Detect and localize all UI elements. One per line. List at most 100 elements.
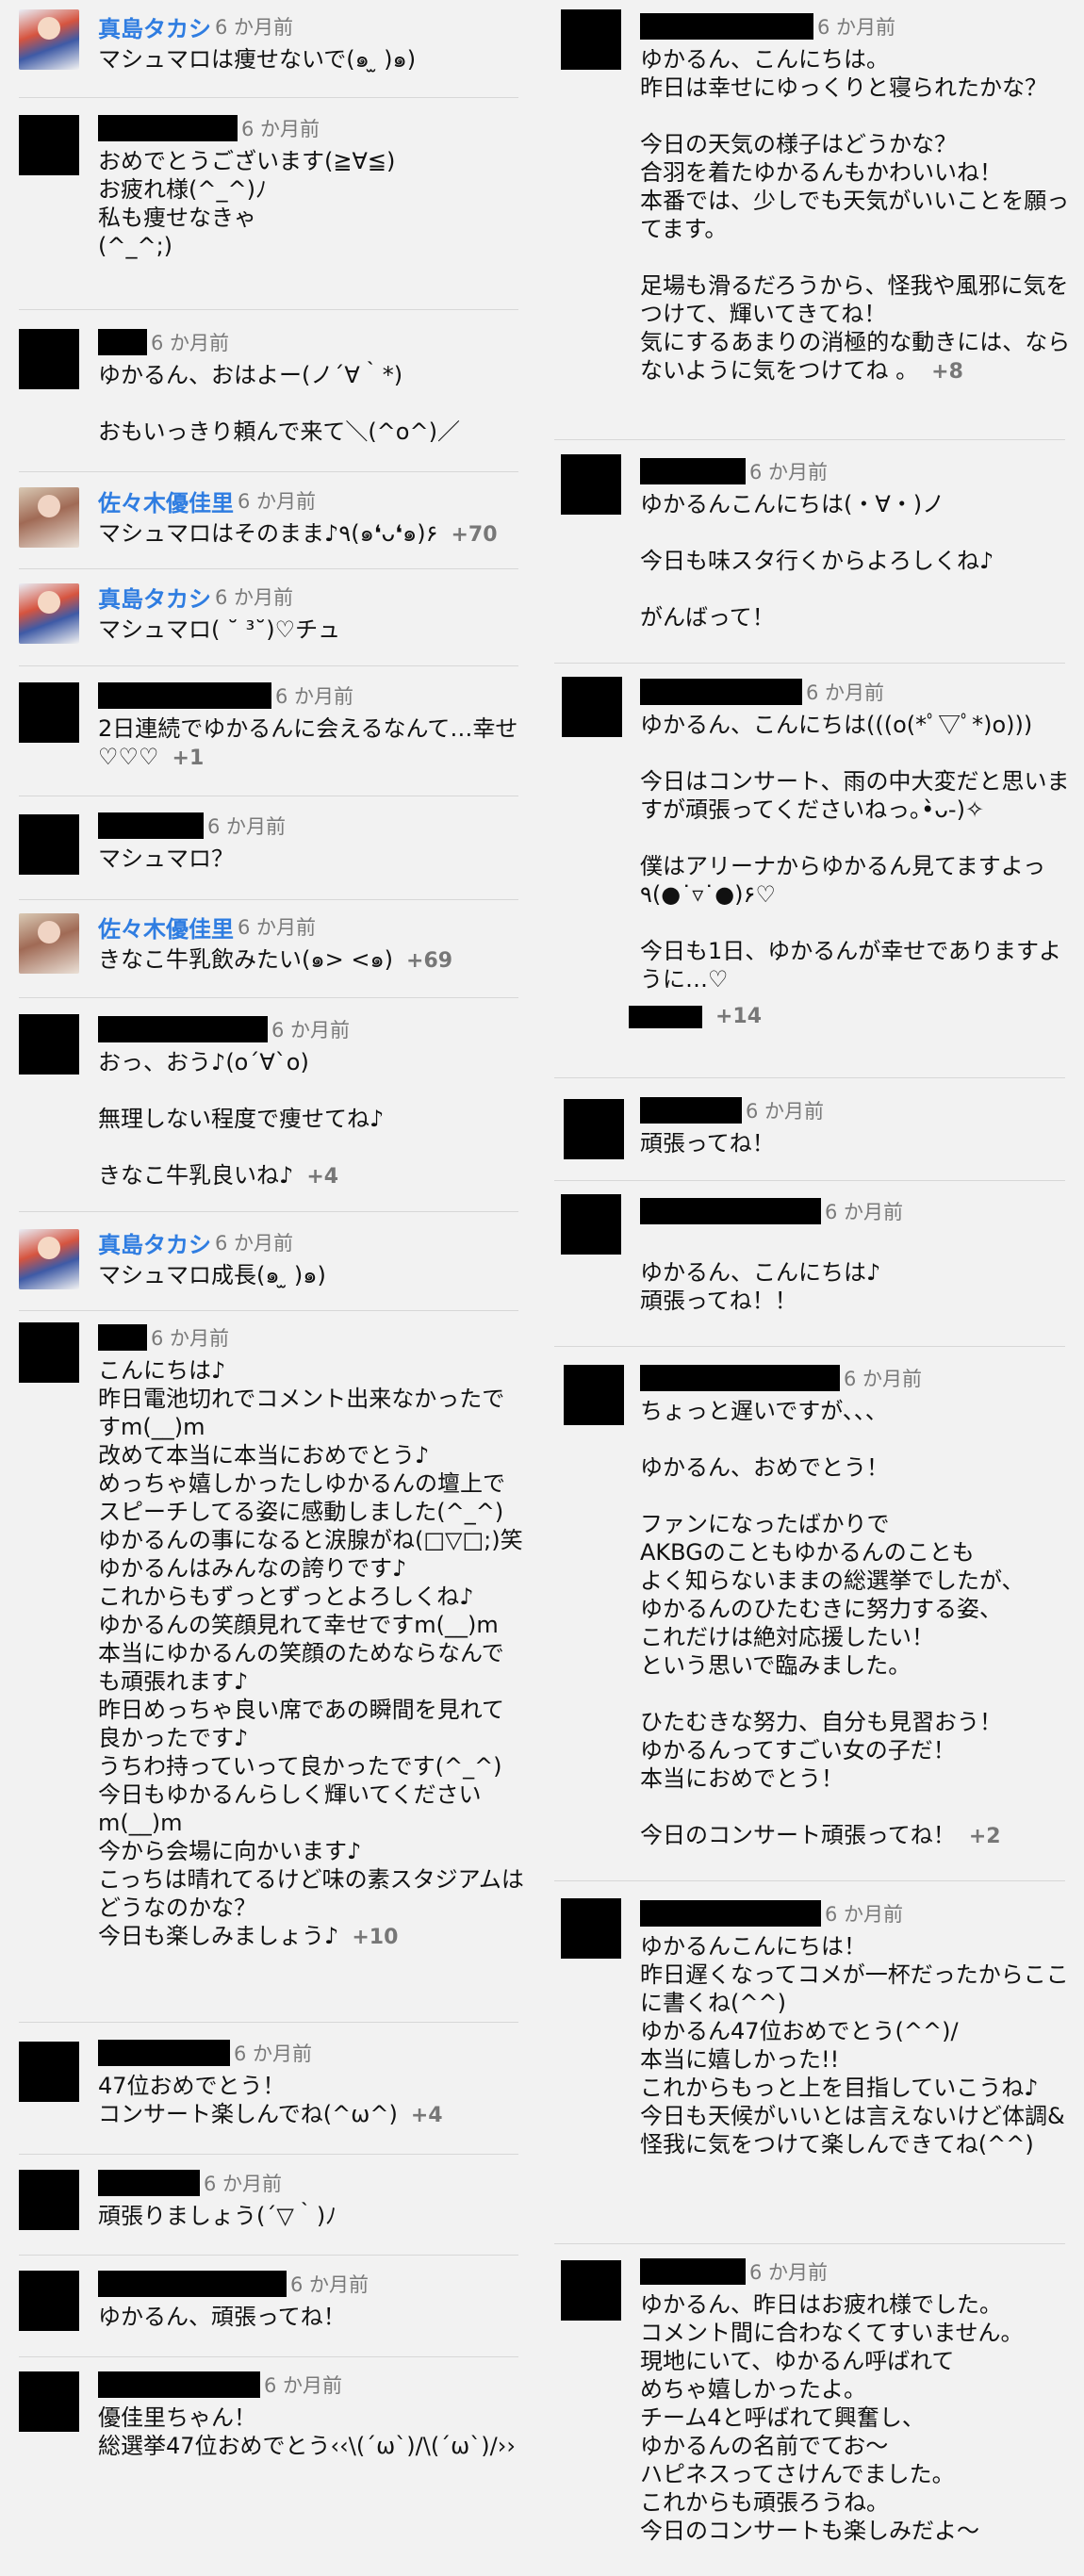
comment-body: 6 か月前 ゆかるん、昨日はお疲れ様でした。 コメント間に合わなくてすいません。… [640,2255,1071,2545]
comment-body: 真島タカシ 6 か月前 マシュマロは痩せないで(๑ ̫ )๑) [98,9,524,74]
comment-text: マシュマロ？ [98,845,234,872]
avatar[interactable] [562,677,622,737]
comment-time: 6 か月前 [241,118,320,140]
username-link[interactable]: 真島タカシ [98,1226,211,1259]
comment-text: 優佳里ちゃん！ 総選挙47位おめでとう‹‹\(´ω`)/\(´ω`)/›› [98,2404,516,2459]
avatar[interactable] [19,2271,79,2331]
comment-text: マシュマロ( ˘ ³˘)♡チュ [98,616,341,643]
divider [554,663,1065,664]
comment-text-content: 47位おめでとう！ コンサート楽しんでね(^ω^) [98,2073,398,2127]
like-count[interactable]: +2 [969,1825,1001,1848]
comment-column-right: 6 か月前 ゆかるん、こんにちは。 昨日は幸せにゆっくりと寝られたかな？ 今日の… [547,0,1084,2576]
comment-time: 6 か月前 [746,1100,825,1123]
divider [554,1077,1065,1078]
comment-text: こんにちは♪ 昨日電池切れでコメント出来なかったですm(__)m 改めて本当に本… [98,1356,524,1952]
comment-body: 6 か月前 ゆかるん、こんにちは。 昨日は幸せにゆっくりと寝られたかな？ 今日の… [640,9,1071,386]
avatar[interactable] [19,2170,79,2230]
avatar[interactable] [19,583,79,644]
comment-time: 6 か月前 [151,332,230,354]
avatar[interactable] [19,2371,79,2432]
divider [554,1346,1065,1347]
comment-time: 6 か月前 [825,1201,904,1223]
divider [19,1310,518,1311]
like-count[interactable]: +69 [406,949,452,973]
comment-body: 6 か月前 優佳里ちゃん！ 総選挙47位おめでとう‹‹\(´ω`)/\(´ω`)… [98,2368,524,2460]
comment-body: 6 か月前 頑張ってね！ [640,1093,1071,1157]
comment-time: 6 か月前 [238,490,317,513]
divider [19,471,518,472]
avatar[interactable] [564,1099,624,1159]
divider [19,1211,518,1212]
redacted-username [98,2271,287,2297]
avatar[interactable] [19,1229,79,1289]
comment-time: 6 か月前 [844,1368,923,1390]
comment-text: ゆかるんこんにちは！ 昨日遅くなってコメが一杯だったからここに書くね(^^) ゆ… [640,1933,1069,2158]
comment-body: 真島タカシ 6 か月前 マシュマロ成長(๑ ̫ )๑) [98,1225,524,1289]
avatar[interactable] [19,115,79,175]
comment-time: 6 か月前 [238,916,317,939]
like-count[interactable]: +8 [931,360,963,384]
comment-text: おっ、おう♪(o´∀`o) 無理しない程度で痩せてね♪ きなこ牛乳良いね♪ +4 [98,1048,524,1191]
divider [19,997,518,998]
comment-body: 真島タカシ 6 か月前 マシュマロ( ˘ ³˘)♡チュ [98,580,524,644]
avatar[interactable] [561,1898,621,1959]
avatar[interactable] [561,2260,621,2321]
comment-text: ゆかるん、頑張ってね！ [98,2304,346,2330]
comment-body: 6 か月前 頑張りましょう(´▽｀)ﾉ [98,2166,524,2230]
comment-text: ゆかるん、こんにちは(((o(*ﾟ▽ﾟ*)o))) 今日はコンサート、雨の中大変… [640,712,1070,993]
comment-time: 6 か月前 [817,16,896,39]
comment-time: 6 か月前 [275,685,354,708]
comment-time: 6 か月前 [215,1232,294,1255]
like-count[interactable]: +10 [352,1926,398,1949]
comment-time: 6 か月前 [290,2273,370,2296]
comment-time: 6 か月前 [234,2043,313,2065]
avatar[interactable] [19,2042,79,2102]
avatar[interactable] [19,9,79,70]
username-link[interactable]: 真島タカシ [98,10,211,43]
username-link[interactable]: 佐々木優佳里 [98,484,234,517]
comment-body: 6 か月前 ゆかるん、こんにちは(((o(*ﾟ▽ﾟ*)o))) 今日はコンサート… [629,675,1071,1028]
like-count[interactable]: +4 [411,2104,443,2127]
divider [19,2356,518,2357]
avatar[interactable] [19,487,79,548]
comment-text: 頑張ってね！ [640,1130,775,1157]
divider [19,568,518,569]
avatar[interactable] [19,1322,79,1383]
like-count[interactable]: +70 [451,523,497,547]
divider [554,439,1065,440]
comment-text-content: きなこ牛乳飲みたい(๑> <๑) [98,946,394,973]
like-count[interactable]: +4 [306,1165,338,1189]
divider [554,1180,1065,1181]
comment-body: 6 か月前 ゆかるん、こんにちは♪ 頑張ってね！！ [640,1194,1071,1315]
like-count[interactable]: +1 [172,747,205,770]
comment-time: 6 か月前 [825,1903,904,1926]
like-count[interactable]: +14 [715,1005,762,1028]
avatar[interactable] [561,9,621,70]
avatar[interactable] [561,454,621,515]
redacted-username [98,329,147,355]
divider [19,309,518,310]
redacted-username [98,2371,260,2398]
comment-time: 6 か月前 [215,586,294,609]
comment-text-content: ゆかるん、こんにちは。 昨日は幸せにゆっくりと寝られたかな？ 今日の天気の様子は… [640,46,1071,384]
avatar[interactable] [19,1014,79,1075]
avatar[interactable] [19,913,79,974]
redacted-username [98,2170,200,2196]
comment-body: 6 か月前 2日連続でゆかるんに会えるなんて…幸せ♡♡♡ +1 [98,679,524,773]
comment-body: 6 か月前 マシュマロ？ [98,809,524,873]
avatar[interactable] [19,682,79,743]
username-link[interactable]: 佐々木優佳里 [98,911,234,943]
comment-body: 佐々木優佳里 6 か月前 マシュマロはそのまま♪٩(๑❛ᴗ❛๑)۶ +70 [98,484,524,550]
comment-time: 6 か月前 [749,2261,829,2284]
avatar[interactable] [564,1365,624,1425]
divider [19,2255,518,2256]
username-link[interactable]: 真島タカシ [98,581,211,614]
avatar[interactable] [19,814,79,875]
redacted-username [640,1198,821,1224]
comment-text: マシュマロはそのまま♪٩(๑❛ᴗ❛๑)۶ +70 [98,519,524,550]
comment-text: ゆかるん、こんにちは♪ 頑張ってね！！ [640,1259,881,1314]
redacted-username [98,2040,230,2066]
comment-column-left: 真島タカシ 6 か月前 マシュマロは痩せないで(๑ ̫ )๑) 6 か月前 おめで… [0,0,537,2576]
avatar[interactable] [19,329,79,389]
avatar[interactable] [561,1194,621,1255]
